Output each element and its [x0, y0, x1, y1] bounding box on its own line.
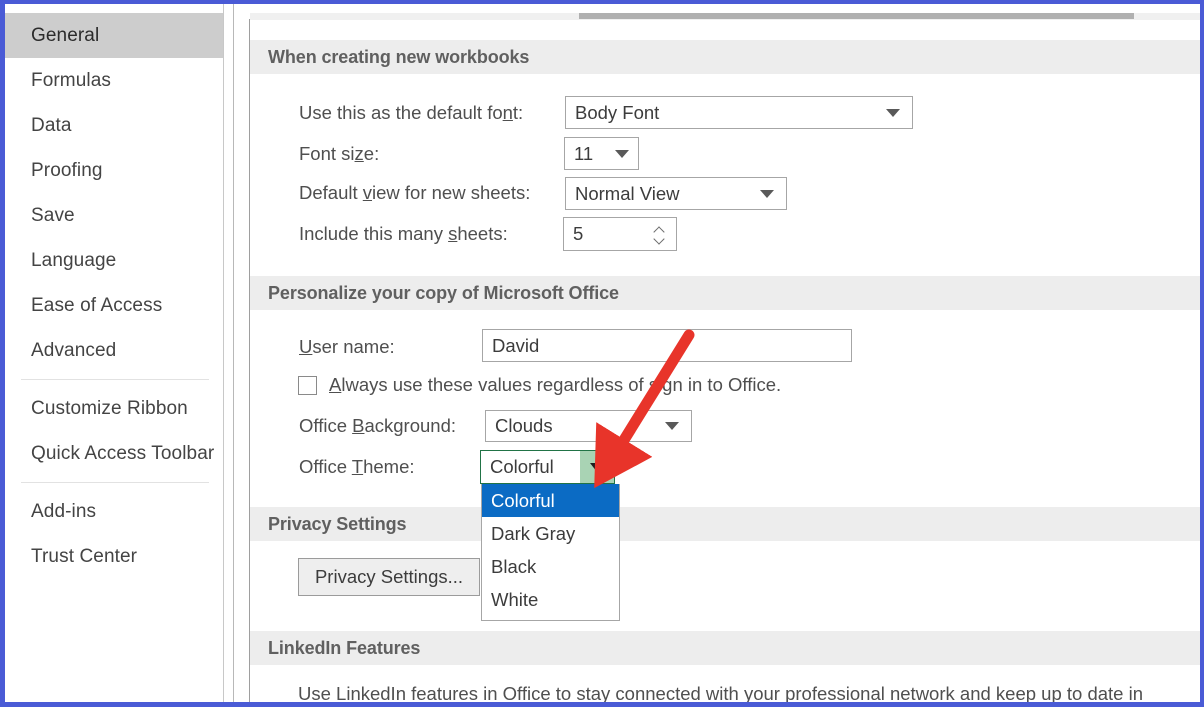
- sidebar-item-quick-access-toolbar[interactable]: Quick Access Toolbar: [5, 431, 223, 476]
- sidebar-divider: [21, 482, 209, 483]
- sidebar-item-save[interactable]: Save: [5, 193, 223, 238]
- sidebar-item-label: Ease of Access: [31, 294, 163, 316]
- default-font-combobox[interactable]: Body Font: [565, 96, 913, 129]
- sheet-count-spinner[interactable]: 5: [563, 217, 677, 251]
- chevron-up-icon[interactable]: [654, 227, 665, 233]
- chevron-down-icon: [615, 149, 629, 158]
- sidebar-item-data[interactable]: Data: [5, 103, 223, 148]
- default-view-label: Default view for new sheets:: [299, 182, 531, 203]
- office-theme-option-dark-gray[interactable]: Dark Gray: [482, 517, 619, 550]
- sidebar-item-ease-of-access[interactable]: Ease of Access: [5, 283, 223, 328]
- office-background-combobox[interactable]: Clouds: [485, 410, 692, 442]
- section-header-linkedin: LinkedIn Features: [250, 631, 1200, 665]
- office-theme-value: Colorful: [490, 456, 554, 477]
- user-name-input[interactable]: David: [482, 329, 852, 362]
- sidebar-item-language[interactable]: Language: [5, 238, 223, 283]
- office-theme-label: Office Theme:: [299, 456, 415, 477]
- checkbox-icon[interactable]: [298, 375, 317, 395]
- always-use-values-checkbox-row[interactable]: Always use these values regardless of si…: [298, 374, 781, 396]
- font-size-combobox[interactable]: 11: [564, 137, 639, 170]
- sidebar-item-label: Quick Access Toolbar: [31, 442, 215, 464]
- sheet-count-value: 5: [573, 223, 584, 244]
- sidebar-item-label: Proofing: [31, 159, 103, 181]
- sidebar-item-add-ins[interactable]: Add-ins: [5, 489, 223, 534]
- horizontal-scrollbar-thumb[interactable]: [579, 13, 1134, 19]
- default-view-value: Normal View: [575, 182, 680, 204]
- sidebar-item-label: General: [31, 24, 100, 46]
- options-sidebar: General Formulas Data Proofing Save Lang…: [5, 4, 224, 702]
- sidebar-item-formulas[interactable]: Formulas: [5, 58, 223, 103]
- sidebar-item-label: Add-ins: [31, 500, 97, 522]
- office-background-label: Office Background:: [299, 415, 457, 436]
- user-name-value: David: [492, 334, 540, 356]
- excel-options-dialog: General Formulas Data Proofing Save Lang…: [0, 0, 1204, 707]
- section-header-privacy: Privacy Settings: [250, 507, 1200, 541]
- sidebar-item-label: Advanced: [31, 339, 117, 361]
- linkedin-description: Use LinkedIn features in Office to stay …: [298, 683, 1143, 704]
- chevron-down-icon: [760, 189, 774, 198]
- sidebar-item-label: Save: [31, 204, 75, 226]
- office-theme-option-black[interactable]: Black: [482, 550, 619, 583]
- sidebar-item-trust-center[interactable]: Trust Center: [5, 534, 223, 579]
- sidebar-item-proofing[interactable]: Proofing: [5, 148, 223, 193]
- section-header-personalize: Personalize your copy of Microsoft Offic…: [250, 276, 1200, 310]
- always-use-values-label: Always use these values regardless of si…: [329, 374, 782, 395]
- font-size-label: Font size:: [299, 143, 380, 164]
- spinner-arrows[interactable]: [654, 227, 665, 242]
- office-theme-dropdown-button[interactable]: [580, 451, 614, 483]
- sidebar-item-label: Trust Center: [31, 545, 138, 567]
- chevron-down-icon[interactable]: [654, 236, 665, 242]
- office-theme-dropdown-list[interactable]: Colorful Dark Gray Black White: [481, 484, 620, 621]
- sheet-count-label: Include this many sheets:: [299, 223, 508, 244]
- sidebar-item-label: Data: [31, 114, 72, 136]
- sidebar-item-label: Formulas: [31, 69, 111, 91]
- chevron-down-icon: [665, 422, 679, 430]
- office-theme-option-colorful[interactable]: Colorful: [482, 484, 619, 517]
- office-theme-option-white[interactable]: White: [482, 583, 619, 616]
- sidebar-item-label: Language: [31, 249, 117, 271]
- office-theme-combobox[interactable]: Colorful: [480, 450, 615, 484]
- sidebar-item-customize-ribbon[interactable]: Customize Ribbon: [5, 386, 223, 431]
- default-view-combobox[interactable]: Normal View: [565, 177, 787, 210]
- privacy-settings-button[interactable]: Privacy Settings...: [298, 558, 480, 596]
- user-name-label: User name:: [299, 336, 395, 357]
- chevron-down-icon: [886, 108, 900, 117]
- sidebar-divider: [21, 379, 209, 380]
- chevron-down-icon: [590, 462, 604, 472]
- sidebar-item-label: Customize Ribbon: [31, 397, 188, 419]
- office-background-value: Clouds: [495, 415, 553, 436]
- font-size-value: 11: [574, 142, 594, 164]
- sidebar-item-advanced[interactable]: Advanced: [5, 328, 223, 373]
- default-font-value: Body Font: [575, 101, 660, 123]
- sidebar-item-general[interactable]: General: [5, 13, 223, 58]
- options-content-panel: When creating new workbooks Use this as …: [233, 4, 1200, 702]
- section-header-new-workbooks: When creating new workbooks: [250, 40, 1200, 74]
- default-font-label: Use this as the default font:: [299, 102, 524, 123]
